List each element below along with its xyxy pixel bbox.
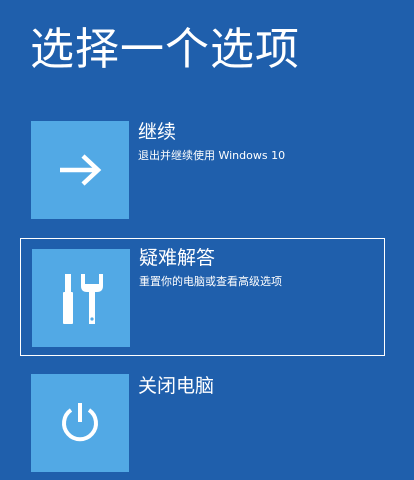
tools-icon xyxy=(59,270,103,326)
page-title: 选择一个选项 xyxy=(30,24,300,75)
power-off-tile[interactable] xyxy=(31,374,129,472)
troubleshoot-tile[interactable] xyxy=(32,249,130,347)
arrow-right-icon xyxy=(58,153,102,187)
continue-label: 继续 xyxy=(138,121,177,143)
continue-description: 退出并继续使用 Windows 10 xyxy=(138,149,286,162)
troubleshoot-description: 重置你的电脑或查看高级选项 xyxy=(139,275,282,288)
troubleshoot-label: 疑难解答 xyxy=(139,247,216,269)
troubleshoot-option[interactable]: 疑难解答 重置你的电脑或查看高级选项 xyxy=(20,238,385,356)
power-off-label: 关闭电脑 xyxy=(138,375,215,397)
continue-tile[interactable] xyxy=(31,121,129,219)
continue-option[interactable]: 继续 退出并继续使用 Windows 10 xyxy=(20,118,385,236)
power-off-option[interactable]: 关闭电脑 xyxy=(20,374,385,480)
power-icon xyxy=(58,400,102,446)
